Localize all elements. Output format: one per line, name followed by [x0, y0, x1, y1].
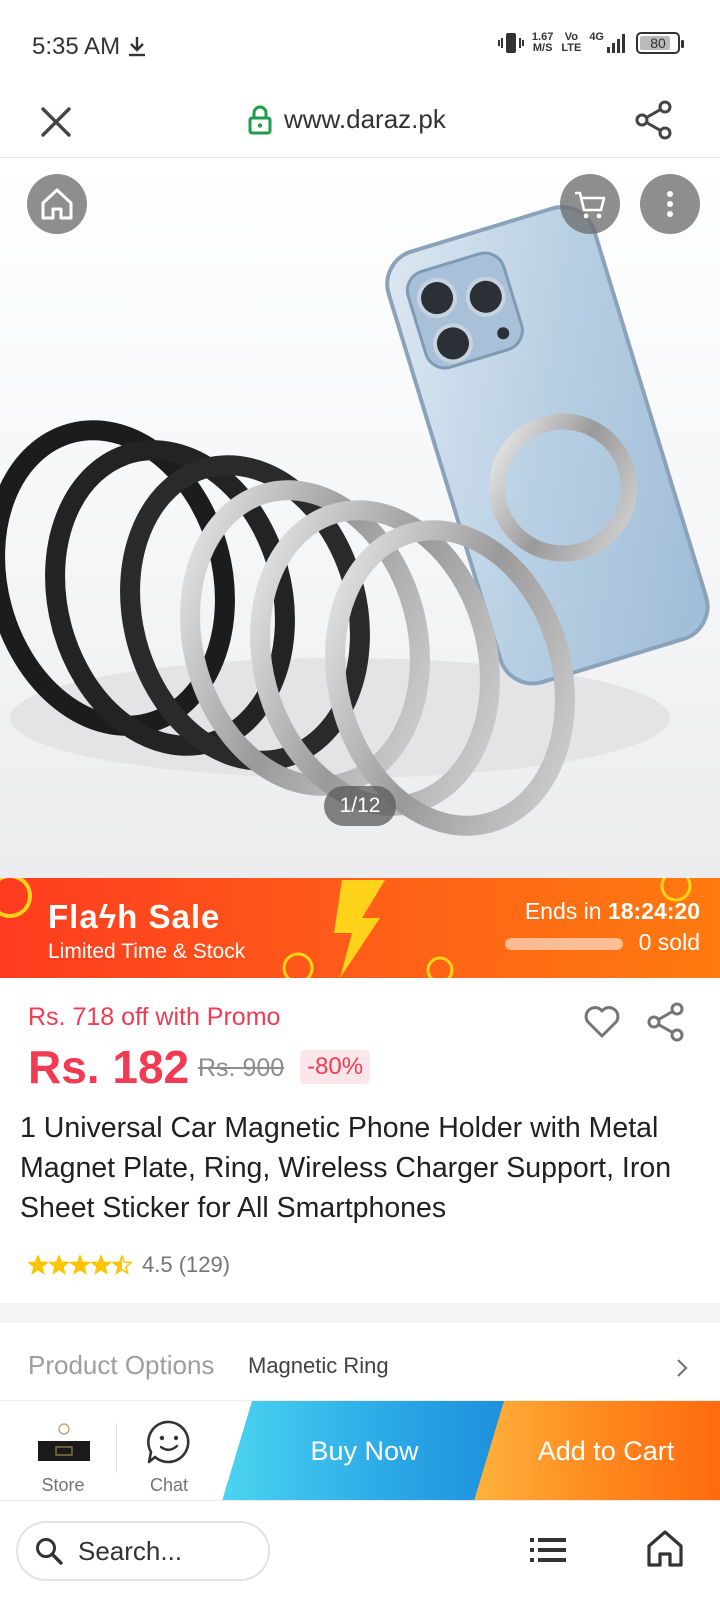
store-logo-icon: [38, 1423, 90, 1461]
signal-icon: 4G: [589, 32, 628, 54]
flash-sale-subtitle: Limited Time & Stock: [48, 940, 246, 963]
volte-indicator: Vo LTE: [561, 31, 582, 54]
section-divider: [0, 1303, 720, 1323]
home-button[interactable]: [27, 174, 87, 234]
share-icon[interactable]: [632, 98, 676, 142]
lock-icon: [248, 105, 272, 134]
image-counter: 1/12: [324, 786, 396, 826]
status-time: 5:35 AM: [32, 33, 121, 60]
more-options-button[interactable]: [640, 174, 700, 234]
discount-badge: -80%: [300, 1050, 371, 1084]
separator: [116, 1423, 117, 1473]
heart-icon[interactable]: [582, 1002, 622, 1042]
product-image: [0, 205, 710, 836]
url-display[interactable]: www.daraz.pk: [248, 104, 446, 135]
star-icon: [28, 1255, 50, 1275]
promo-text[interactable]: Rs. 718 off with Promo: [28, 1003, 280, 1032]
download-icon: [129, 37, 145, 57]
flash-sale-banner: Flaϟh Sale Limited Time & Stock Ends in …: [0, 878, 720, 978]
current-price: Rs. 182: [28, 1041, 190, 1093]
product-options-label: Product Options: [28, 1350, 215, 1380]
star-icon: [47, 1255, 71, 1275]
home-icon[interactable]: [644, 1527, 686, 1569]
original-price: Rs. 900: [198, 1054, 285, 1082]
star-rating-icon: [28, 1255, 132, 1275]
store-label: Store: [41, 1475, 85, 1495]
browser-bottom-bar: Search...: [0, 1500, 720, 1600]
rating-text: 4.5 (129): [142, 1252, 231, 1277]
flash-sale-title: Flaϟh Sale: [48, 898, 221, 935]
url-text: www.daraz.pk: [284, 104, 446, 134]
vibrate-icon: [497, 33, 524, 53]
cart-button[interactable]: [560, 174, 620, 234]
rating-summary[interactable]: 4.5 (129): [28, 1252, 230, 1278]
product-title: 1 Universal Car Magnetic Phone Holder wi…: [20, 1112, 672, 1224]
chevron-right-icon: [677, 1359, 688, 1377]
close-icon[interactable]: [36, 102, 76, 142]
chat-label: Chat: [149, 1475, 189, 1495]
search-placeholder: Search...: [78, 1535, 183, 1566]
sold-count: 0 sold: [638, 929, 700, 955]
chat-button[interactable]: Chat: [128, 1401, 210, 1501]
product-image-gallery[interactable]: 1/12: [0, 158, 720, 878]
cart-icon: [575, 191, 606, 219]
product-options-value: Magnetic Ring: [248, 1353, 389, 1378]
status-bar: 5:35 AM 1.67 M/S Vo LTE 4G 80: [0, 0, 720, 90]
product-action-bar: Store Chat Buy Now Add to Cart: [0, 1400, 720, 1501]
browser-url-bar: www.daraz.pk: [0, 90, 720, 158]
home-icon: [41, 188, 73, 220]
search-icon: [36, 1538, 63, 1565]
add-to-cart-button[interactable]: Add to Cart: [474, 1401, 720, 1501]
search-input[interactable]: Search...: [16, 1521, 270, 1581]
battery-icon: 80: [636, 32, 684, 54]
star-icon: [68, 1255, 92, 1275]
more-vertical-icon: [667, 191, 673, 217]
star-icon: [110, 1255, 132, 1275]
status-indicators: 1.67 M/S Vo LTE 4G 80: [497, 30, 684, 56]
flash-sale-countdown: Ends in 18:24:20: [524, 898, 700, 924]
store-button[interactable]: Store: [22, 1401, 104, 1501]
star-icon: [89, 1255, 113, 1275]
product-options-row[interactable]: Product Options Magnetic Ring: [28, 1350, 692, 1390]
net-speed: 1.67 M/S: [531, 31, 554, 54]
share-icon[interactable]: [644, 1000, 688, 1044]
sold-progress-bar: [505, 938, 623, 950]
buy-now-button[interactable]: Buy Now: [222, 1401, 507, 1501]
list-icon[interactable]: [528, 1533, 568, 1567]
chat-icon: [147, 1420, 190, 1464]
